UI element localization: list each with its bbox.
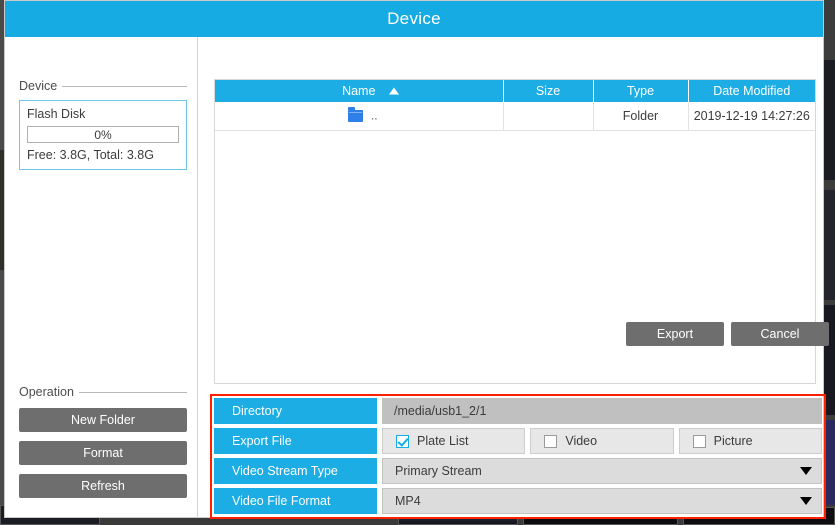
device-group: Device Flash Disk 0% Free: 3.8G, Total: … [19,79,187,170]
file-table-header-row: Name Size Type Date Modified [215,80,815,102]
sidebar: Device Flash Disk 0% Free: 3.8G, Total: … [5,37,198,518]
dialog-title: Device [387,9,441,28]
device-dialog: Device Device Flash Disk 0% Free: 3.8G, … [4,0,829,519]
video-file-format-select[interactable]: MP4 [382,488,822,514]
cancel-button[interactable]: Cancel [731,322,829,346]
checkbox-picture-label: Picture [713,434,753,448]
device-usage-progressbar: 0% [27,126,179,143]
operation-group-title: Operation [19,385,187,399]
cell-type: Folder [593,102,689,131]
directory-label: Directory [214,398,377,424]
export-file-row: Export File Plate List Video Picture [214,428,822,454]
file-table: Name Size Type Date Modified .. Folder 2… [215,80,815,131]
export-file-options: Plate List Video Picture [382,428,822,454]
group-divider [78,391,187,393]
checkbox-video-label: Video [565,434,598,448]
file-name-label: .. [370,109,378,124]
folder-icon [347,107,363,123]
progress-label: 0% [94,127,112,142]
file-list[interactable]: Name Size Type Date Modified .. Folder 2… [214,79,816,384]
new-folder-button[interactable]: New Folder [19,408,187,432]
refresh-button[interactable]: Refresh [19,474,187,498]
cell-size [503,102,594,131]
column-header-date-modified[interactable]: Date Modified [688,80,815,102]
directory-row: Directory /media/usb1_2/1 [214,398,822,424]
cell-date-modified: 2019-12-19 14:27:26 [688,102,815,131]
video-file-format-row: Video File Format MP4 [214,488,822,514]
video-stream-type-select[interactable]: Primary Stream [382,458,822,484]
background-video-pane [824,190,835,300]
checkbox-picture[interactable]: Picture [678,428,822,454]
triangle-up-icon [388,87,399,95]
column-header-size[interactable]: Size [503,80,594,102]
checkbox-unchecked-icon[interactable] [692,434,706,448]
column-header-name[interactable]: Name [215,80,504,102]
cell-name[interactable]: .. [215,102,504,131]
directory-value[interactable]: /media/usb1_2/1 [382,398,822,424]
operation-group: Operation New Folder Format Refresh [19,385,187,498]
column-header-type[interactable]: Type [593,80,689,102]
group-divider [62,85,187,87]
checkbox-video[interactable]: Video [530,428,674,454]
video-stream-type-value: Primary Stream [395,464,482,478]
video-file-format-value: MP4 [395,494,421,508]
checkbox-plate-list-label: Plate List [417,434,469,448]
dialog-body: Device Flash Disk 0% Free: 3.8G, Total: … [5,37,829,519]
checkbox-plate-list[interactable]: Plate List [382,428,526,454]
video-stream-type-label: Video Stream Type [214,458,377,484]
video-file-format-label: Video File Format [214,488,377,514]
export-file-label: Export File [214,428,377,454]
video-stream-type-row: Video Stream Type Primary Stream [214,458,822,484]
device-card[interactable]: Flash Disk 0% Free: 3.8G, Total: 3.8G [19,100,187,170]
screen: Device Device Flash Disk 0% Free: 3.8G, … [0,0,835,525]
background-video-pane [824,60,835,180]
device-name: Flash Disk [27,107,86,121]
export-settings-form: Directory /media/usb1_2/1 Export File Pl… [214,398,822,518]
device-capacity-label: Free: 3.8G, Total: 3.8G [27,148,154,162]
checkbox-unchecked-icon[interactable] [544,434,558,448]
chevron-down-icon[interactable] [800,497,812,505]
dialog-titlebar: Device [5,1,823,37]
export-button[interactable]: Export [626,322,724,346]
checkbox-checked-icon[interactable] [396,434,409,448]
device-group-title: Device [19,79,187,93]
format-button[interactable]: Format [19,441,187,465]
table-row[interactable]: .. Folder 2019-12-19 14:27:26 [215,102,815,131]
chevron-down-icon[interactable] [800,467,812,475]
